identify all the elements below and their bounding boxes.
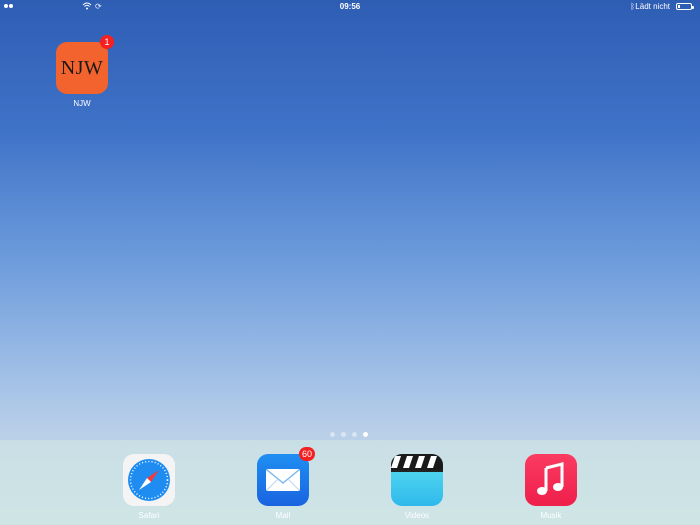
page-indicator[interactable] — [330, 432, 368, 437]
dock-app-safari[interactable]: Safari — [119, 454, 179, 520]
page-dot[interactable] — [341, 432, 346, 437]
page-dot[interactable] — [352, 432, 357, 437]
dock-app-videos[interactable]: Videos — [387, 454, 447, 520]
app-label: Safari — [138, 511, 160, 520]
notification-badge: 1 — [100, 35, 114, 49]
app-label: NJW — [73, 99, 91, 108]
app-njw[interactable]: NJW 1 NJW — [52, 35, 114, 108]
bluetooth-icon: ᛒ — [630, 2, 635, 11]
page-dot[interactable] — [330, 432, 335, 437]
app-label: Mail — [275, 511, 291, 520]
battery-icon — [676, 3, 694, 10]
safari-compass-icon — [123, 454, 175, 506]
charging-status: Lädt nicht — [635, 2, 670, 11]
status-time: 09:56 — [339, 2, 361, 11]
notification-badge: 60 — [298, 447, 315, 461]
page-dot-current[interactable] — [363, 432, 368, 437]
njw-logo-text: NJW — [60, 57, 104, 79]
status-bar: ⟳ 09:56 ᛒ Lädt nicht — [0, 0, 700, 14]
clapperboard-icon — [391, 454, 443, 506]
app-label: Videos — [404, 511, 430, 520]
dock-app-musik[interactable]: Musik — [521, 454, 581, 520]
njw-logo-icon: NJW 1 — [56, 35, 114, 94]
dock: Safari 60 Mail Videos Musik — [0, 440, 700, 525]
mail-envelope-icon: 60 — [257, 447, 315, 506]
dock-app-mail[interactable]: 60 Mail — [253, 447, 315, 520]
music-note-icon — [525, 454, 577, 506]
app-label: Musik — [540, 511, 562, 520]
